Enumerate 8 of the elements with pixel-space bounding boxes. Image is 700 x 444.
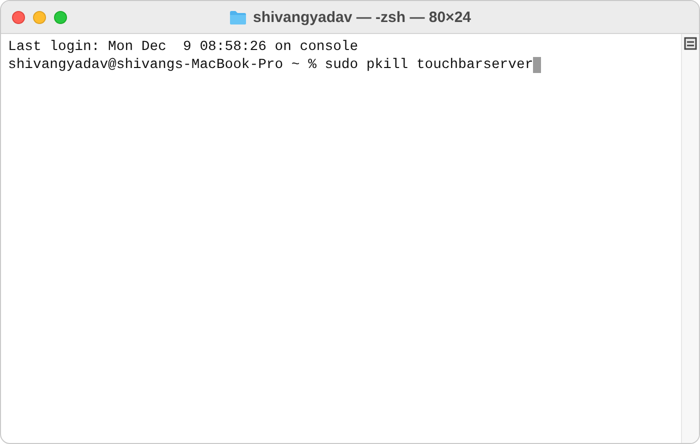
minimize-button[interactable]: [33, 10, 46, 24]
split-pane-icon[interactable]: [684, 37, 697, 50]
folder-icon: [228, 10, 247, 24]
close-button[interactable]: [12, 10, 25, 24]
terminal-line: Last login: Mon Dec 9 08:58:26 on console: [8, 38, 358, 56]
zoom-button[interactable]: [54, 10, 67, 24]
window-title: shivangyadav — -zsh — 80×24: [252, 8, 471, 26]
terminal-line: shivangyadav@shivangs-MacBook-Pro ~ % sudo pkill touchbarserver: [8, 56, 534, 74]
